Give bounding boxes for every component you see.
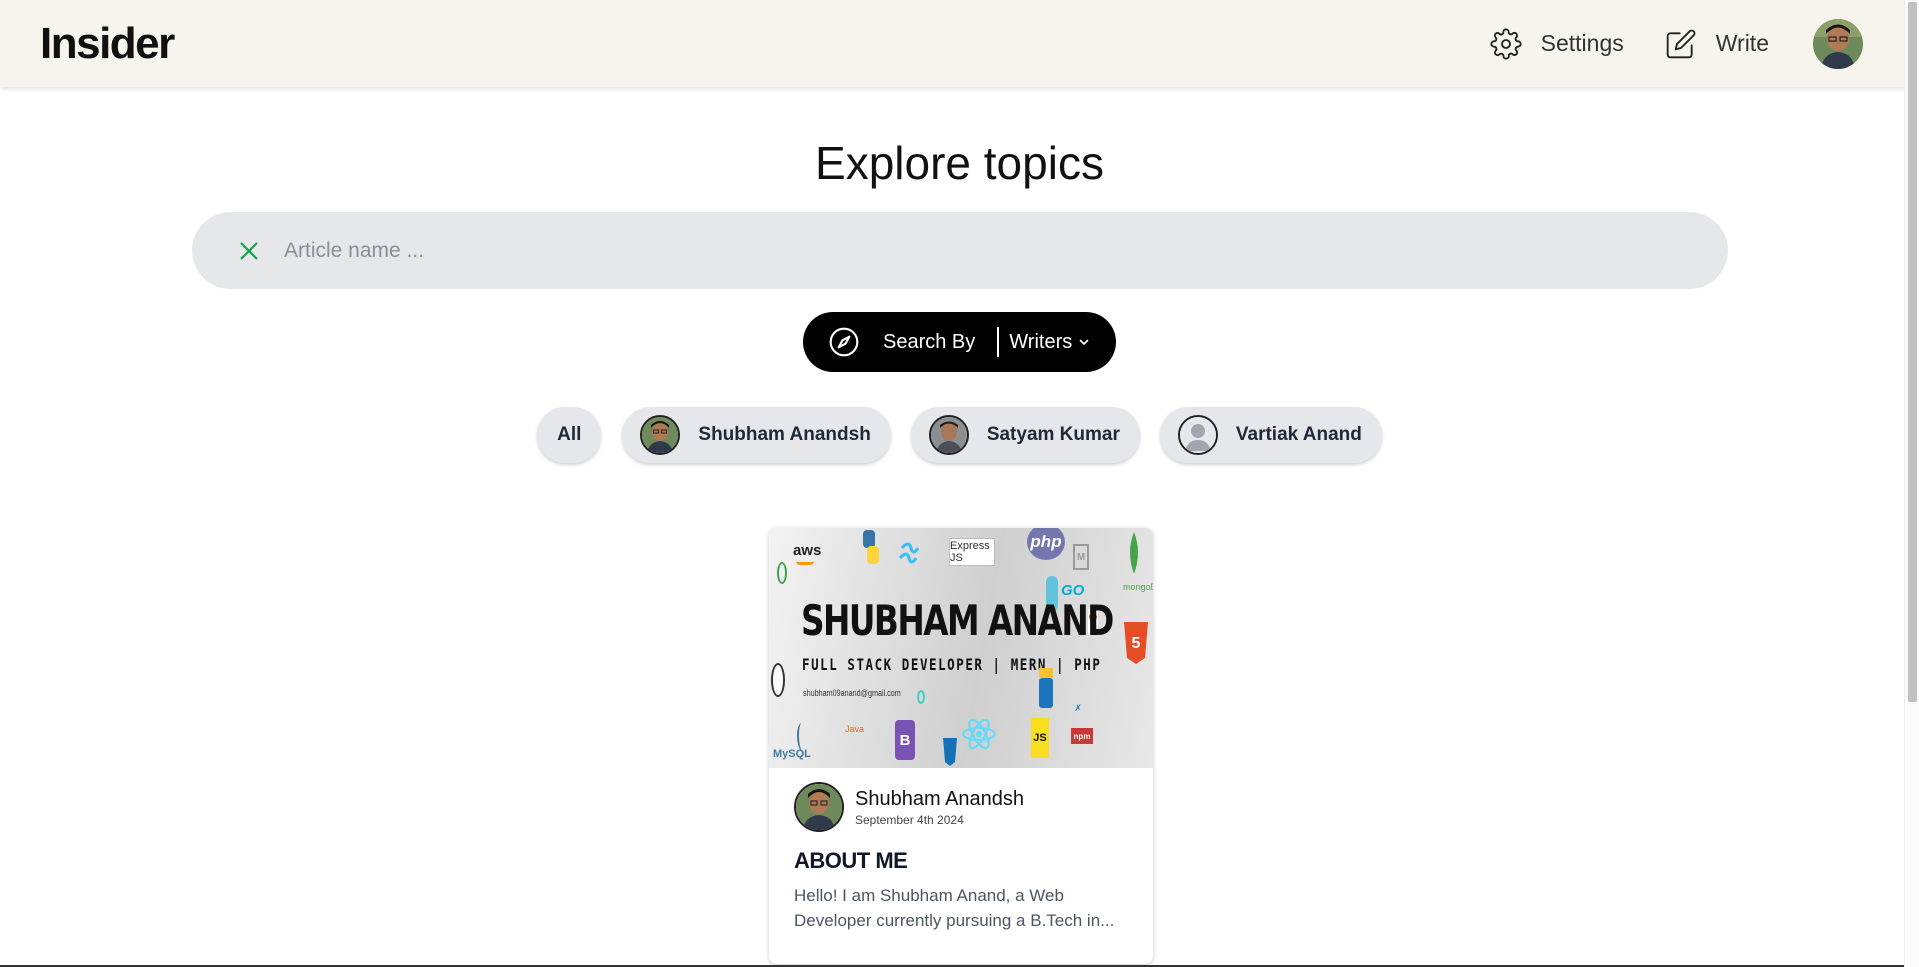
avatar <box>928 415 969 455</box>
js-logo-text: JS <box>1033 732 1047 744</box>
search-bar <box>192 212 1728 289</box>
chip-label: Vartiak Anand <box>1235 424 1362 445</box>
author-avatar[interactable] <box>794 782 844 832</box>
search-by-control: Search By Writers <box>803 312 1116 372</box>
java-logo: Java <box>845 724 865 734</box>
mui-logo: M <box>1073 544 1089 570</box>
chip-label: Satyam Kumar <box>986 424 1120 445</box>
header-actions: Settings Write <box>1489 18 1863 69</box>
close-icon[interactable] <box>234 236 264 266</box>
tailwind-icon <box>899 542 919 564</box>
gear-icon <box>1489 27 1523 61</box>
lightning-icon <box>771 663 785 697</box>
css3-icon <box>943 738 957 766</box>
js-logo: JS <box>1031 718 1049 758</box>
top-navbar: Insider Settings Write <box>0 0 1919 87</box>
article-card[interactable]: aws Express JS php M mongoDB GO 5 SHUBHA… <box>769 528 1153 964</box>
chevron-down-icon <box>1078 336 1090 348</box>
mongodb-logo: mongoDB <box>1123 582 1153 592</box>
aws-smile-icon <box>796 561 814 565</box>
writer-filter-chips: All Shubham Anandsh Satyam Kumar Vartiak… <box>0 407 1919 463</box>
filter-chip-shubham[interactable]: Shubham Anandsh <box>622 407 891 463</box>
write-label: Write <box>1715 30 1769 56</box>
settings-label: Settings <box>1540 30 1624 56</box>
search-by-label: Search By <box>883 330 976 353</box>
publish-date: September 4th 2024 <box>855 813 964 827</box>
chip-label: Shubham Anandsh <box>698 424 871 445</box>
avatar <box>640 415 681 455</box>
react-icon <box>962 718 996 750</box>
article-excerpt: Hello! I am Shubham Anand, a Web Develop… <box>794 886 1115 930</box>
aws-logo: aws <box>793 542 822 559</box>
html5-icon: 5 <box>1124 622 1148 664</box>
banner-name: SHUBHAM ANAND <box>801 596 1114 645</box>
php-logo: php <box>1027 528 1065 560</box>
vertical-scrollbar[interactable] <box>1904 0 1919 967</box>
php-logo-text: php <box>1030 532 1062 551</box>
article-banner-image: aws Express JS php M mongoDB GO 5 SHUBHA… <box>769 528 1153 768</box>
author-info: Shubham Anandsh September 4th 2024 <box>855 787 1024 827</box>
avatar <box>1177 415 1218 455</box>
author-row: Shubham Anandsh September 4th 2024 <box>794 782 1128 832</box>
search-by-value: Writers <box>1009 330 1073 353</box>
bootstrap-logo-text: B <box>899 731 911 749</box>
user-avatar[interactable] <box>1813 18 1863 69</box>
vscode-icon: ✗ <box>1074 702 1082 713</box>
page-title: Explore topics <box>815 137 1104 189</box>
python-icon <box>863 530 879 564</box>
express-logo-text: Express JS <box>950 540 990 564</box>
search-by-divider <box>997 327 1000 357</box>
express-logo: Express JS <box>949 538 995 566</box>
npm-logo: npm <box>1071 728 1093 744</box>
compass-icon <box>827 325 861 359</box>
jquery-icon <box>1039 668 1053 708</box>
svg-text:5: 5 <box>1132 635 1141 652</box>
circle-icon <box>917 690 925 704</box>
search-by-select[interactable]: Writers <box>1009 331 1090 354</box>
chip-label: All <box>557 424 582 445</box>
node-icon <box>777 562 787 584</box>
settings-button[interactable]: Settings <box>1489 27 1624 61</box>
dolphin-icon <box>797 723 809 753</box>
banner-email: shubham09anand@gmail.com <box>803 688 901 698</box>
scrollbar-thumb[interactable] <box>1908 2 1917 702</box>
bootstrap-logo: B <box>895 720 915 760</box>
filter-chip-satyam[interactable]: Satyam Kumar <box>910 407 1140 463</box>
author-name[interactable]: Shubham Anandsh <box>855 787 1024 811</box>
write-button[interactable]: Write <box>1664 27 1769 61</box>
filter-chip-vartiak[interactable]: Vartiak Anand <box>1159 407 1382 463</box>
edit-icon <box>1664 27 1698 61</box>
article-title[interactable]: ABOUT ME <box>794 848 1128 874</box>
app-logo[interactable]: Insider <box>40 19 175 69</box>
search-input[interactable] <box>284 238 1728 263</box>
filter-chip-all[interactable]: All <box>537 407 602 463</box>
mongodb-icon <box>1130 532 1138 574</box>
article-card-body: Shubham Anandsh September 4th 2024 ABOUT… <box>769 768 1153 933</box>
